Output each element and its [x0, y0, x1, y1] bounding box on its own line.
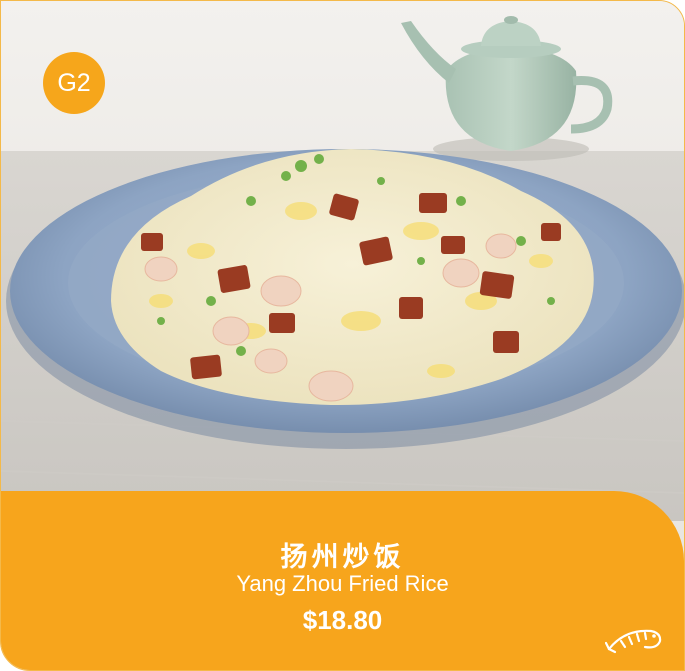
shrimp-icon	[605, 629, 662, 654]
dish-price: $18.80	[302, 605, 383, 635]
dish-name-english: Yang Zhou Fried Rice	[236, 571, 449, 596]
menu-item-card[interactable]: G2 扬州炒饭 Yang Zhou Fried Rice $18.80	[0, 0, 685, 671]
item-code-badge: G2	[43, 52, 105, 114]
dish-name-chinese: 扬州炒饭	[280, 542, 405, 573]
